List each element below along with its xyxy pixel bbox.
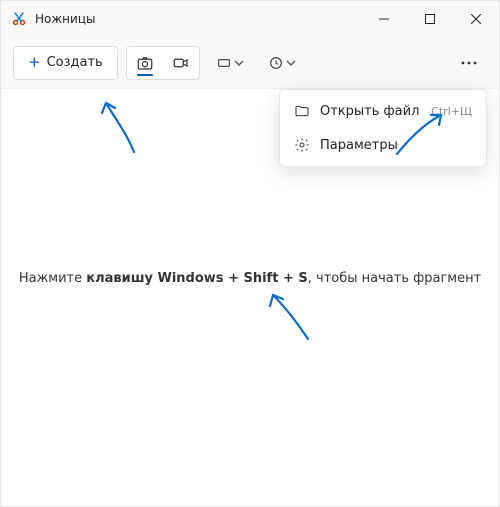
hint-keys: клавишу Windows + Shift + S <box>86 271 308 286</box>
annotation-arrow <box>96 97 146 157</box>
app-window: Ножницы + Создать <box>0 0 500 507</box>
folder-icon <box>294 103 310 119</box>
shape-dropdown[interactable] <box>208 46 252 80</box>
menu-item-label: Открыть файл <box>320 104 419 119</box>
camera-icon <box>136 54 154 72</box>
toolbar: + Создать <box>1 37 499 89</box>
gear-icon <box>294 137 310 153</box>
menu-item-shortcut: Ctrl+Щ <box>431 105 472 118</box>
menu-item-label: Параметры <box>320 138 398 153</box>
chevron-down-icon <box>286 58 296 68</box>
more-menu: Открыть файл Ctrl+Щ Параметры <box>279 89 487 167</box>
more-icon <box>461 61 477 65</box>
delay-dropdown[interactable] <box>260 46 304 80</box>
window-controls <box>361 1 499 37</box>
content-area: Открыть файл Ctrl+Щ Параметры Нажмите кл… <box>1 89 499 506</box>
chevron-down-icon <box>234 58 244 68</box>
photo-mode-button[interactable] <box>127 47 163 79</box>
annotation-arrow <box>263 289 318 344</box>
more-button[interactable] <box>451 46 487 80</box>
app-title: Ножницы <box>35 12 95 26</box>
maximize-button[interactable] <box>407 1 453 37</box>
app-icon <box>11 11 27 27</box>
titlebar: Ножницы <box>1 1 499 37</box>
rectangle-icon <box>216 55 232 71</box>
menu-item-settings[interactable]: Параметры <box>284 128 482 162</box>
minimize-button[interactable] <box>361 1 407 37</box>
hint-prefix: Нажмите <box>19 271 86 286</box>
video-icon <box>172 54 190 72</box>
clock-icon <box>268 55 284 71</box>
mode-group <box>126 46 200 80</box>
hint-text: Нажмите клавишу Windows + Shift + S, что… <box>1 271 499 286</box>
new-button-label: Создать <box>47 55 103 70</box>
video-mode-button[interactable] <box>163 47 199 79</box>
hint-suffix: , чтобы начать фрагмент <box>308 271 481 286</box>
plus-icon: + <box>28 55 41 70</box>
menu-item-open-file[interactable]: Открыть файл Ctrl+Щ <box>284 94 482 128</box>
new-button[interactable]: + Создать <box>13 46 118 80</box>
close-button[interactable] <box>453 1 499 37</box>
